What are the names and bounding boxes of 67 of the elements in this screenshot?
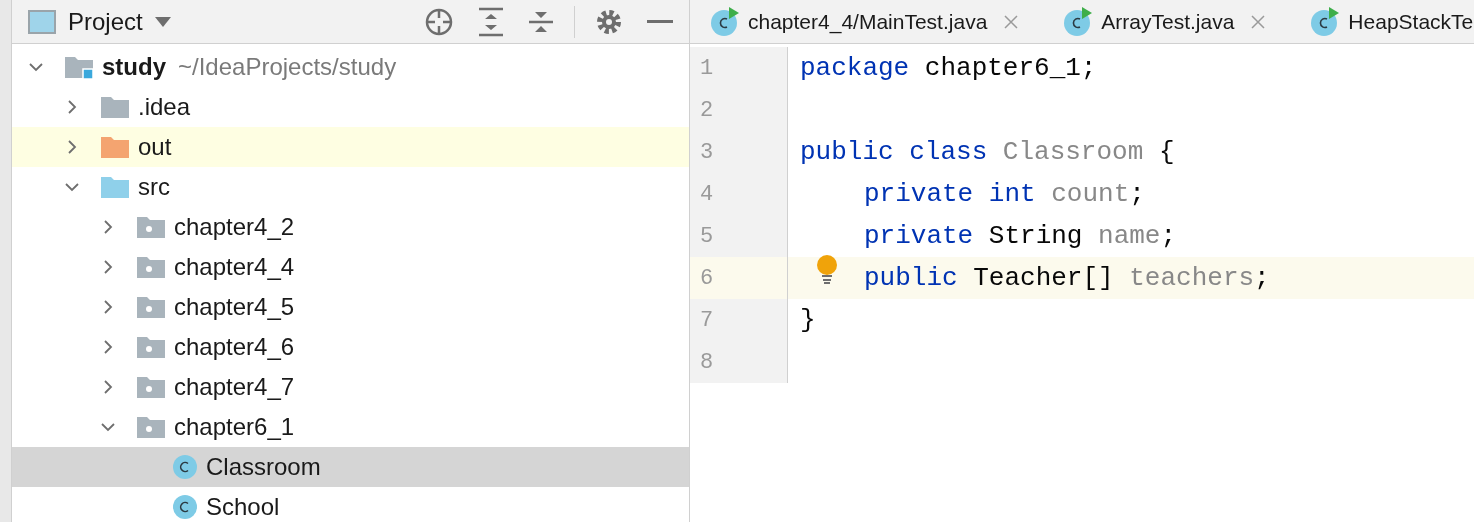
editor-tab[interactable]: chapter4_4/MainTest.java (690, 0, 1044, 43)
line-number: 8 (700, 348, 714, 377)
lightbulb-icon[interactable] (816, 254, 838, 285)
tree-row[interactable]: chapter4_7 (12, 367, 689, 407)
code-line: public class Classroom { (800, 135, 1175, 169)
folder-icon (64, 54, 94, 80)
code-line: } (800, 303, 816, 337)
tree-row[interactable]: chapter4_4 (12, 247, 689, 287)
tree-label: .idea (138, 92, 191, 122)
class-icon (172, 454, 198, 480)
class-run-icon (710, 6, 740, 37)
tree-label: out (138, 132, 172, 162)
settings-icon[interactable] (595, 7, 623, 36)
tree-row[interactable]: chapter4_5 (12, 287, 689, 327)
tree-row[interactable]: chapter4_6 (12, 327, 689, 367)
editor-tab[interactable]: HeapStackTe (1290, 0, 1474, 43)
tree-row[interactable]: .idea (12, 87, 689, 127)
caret-icon (154, 16, 171, 27)
tree-row[interactable]: Classroom (12, 447, 689, 487)
code-line: public Teacher[] teachers; (864, 261, 1270, 295)
window-icon (28, 9, 56, 34)
package-folder-icon (136, 374, 166, 400)
tree-label: Classroom (206, 452, 321, 482)
line-number: 3 (700, 138, 714, 167)
folder-icon (100, 94, 130, 120)
tab-label: chapter4_4/MainTest.java (748, 8, 988, 36)
editor-tab[interactable]: ArrayTest.java (1043, 0, 1291, 43)
tree-row[interactable]: chapter4_2 (12, 207, 689, 247)
tree-row[interactable]: study ~/IdeaProjects/study (12, 47, 689, 87)
code-line: private String name; (864, 219, 1177, 253)
package-folder-icon (136, 214, 166, 240)
code-line: private int count; (864, 177, 1145, 211)
tree-label: chapter4_6 (174, 332, 295, 362)
tree-label: chapter4_5 (174, 292, 295, 322)
folder-icon (100, 134, 130, 160)
tree-label: School (206, 492, 280, 522)
folder-icon (100, 174, 130, 200)
line-number: 1 (700, 54, 714, 83)
expand-all-icon[interactable] (478, 6, 504, 37)
tree-label: src (138, 172, 170, 202)
tree-label: chapter4_7 (174, 372, 295, 402)
line-number: 7 (700, 306, 714, 335)
line-number: 5 (700, 222, 714, 251)
project-view-dropdown[interactable]: Project (68, 3, 171, 40)
tree-row[interactable]: src (12, 167, 689, 207)
line-number: 2 (700, 96, 714, 125)
line-number: 4 (700, 180, 714, 209)
target-icon[interactable] (424, 6, 454, 37)
tab-label: HeapStackTe (1348, 8, 1474, 35)
package-folder-icon (136, 254, 166, 280)
tree-row[interactable]: chapter6_1 (12, 407, 689, 447)
tab-label: ArrayTest.java (1101, 8, 1235, 35)
project-path: ~/IdeaProjects/study (178, 52, 397, 82)
line-number: 6 (700, 264, 714, 293)
tree-row[interactable]: out (12, 127, 689, 167)
class-icon (172, 494, 198, 520)
tree-row[interactable]: School (12, 487, 689, 522)
package-folder-icon (136, 414, 166, 440)
class-run-icon (1063, 6, 1094, 37)
tree-label: study (102, 52, 166, 82)
tree-label: chapter4_4 (174, 252, 295, 282)
code-line: package chapter6_1; (800, 51, 1097, 85)
class-run-icon (1310, 6, 1341, 37)
tree-label: chapter4_2 (174, 212, 295, 242)
package-folder-icon (136, 334, 166, 360)
package-folder-icon (136, 294, 166, 320)
tree-label: chapter6_1 (174, 412, 295, 442)
